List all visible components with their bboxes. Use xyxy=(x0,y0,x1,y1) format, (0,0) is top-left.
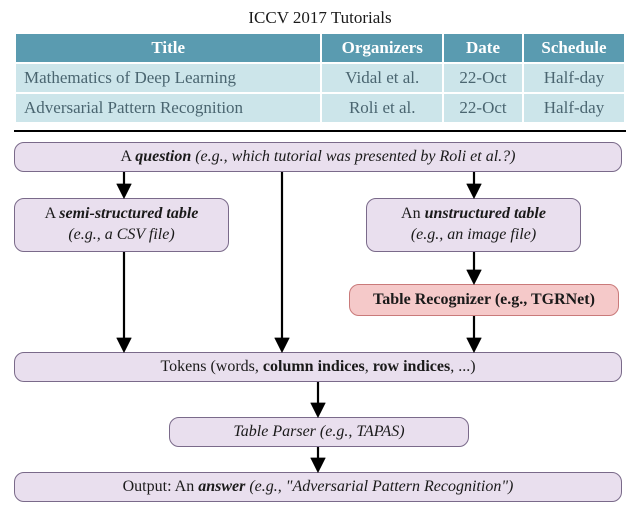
unstruct-text: An unstructured table (e.g., an image fi… xyxy=(401,204,546,246)
cell-title: Adversarial Pattern Recognition xyxy=(15,93,321,123)
cell-date: 22-Oct xyxy=(443,63,523,93)
cell-schedule: Half-day xyxy=(523,93,625,123)
table-recognizer-box: Table Recognizer (e.g., TGRNet) xyxy=(349,284,619,316)
th-date: Date xyxy=(443,33,523,63)
text-keyword: unstructured table xyxy=(425,205,546,222)
text-part: A xyxy=(121,148,136,165)
parser-text: Table Parser (e.g., TAPAS) xyxy=(233,422,404,443)
table-row: Adversarial Pattern Recognition Roli et … xyxy=(15,93,625,123)
table-caption: ICCV 2017 Tutorials xyxy=(14,8,626,28)
question-box: A question (e.g., which tutorial was pre… xyxy=(14,142,622,172)
text-example: (e.g., an image file) xyxy=(411,226,536,243)
flow-diagram: A question (e.g., which tutorial was pre… xyxy=(14,142,626,502)
cell-schedule: Half-day xyxy=(523,63,625,93)
flow-arrows xyxy=(14,142,626,502)
tokens-text: Tokens (words, column indices, row indic… xyxy=(160,357,475,378)
unstructured-box: An unstructured table (e.g., an image fi… xyxy=(366,198,581,252)
recognizer-text: Table Recognizer (e.g., TGRNet) xyxy=(373,290,595,311)
cell-organizers: Vidal et al. xyxy=(321,63,443,93)
output-text: Output: An answer (e.g., "Adversarial Pa… xyxy=(123,477,514,498)
semi-text: A semi-structured table (e.g., a CSV fil… xyxy=(45,204,199,246)
text-example: (e.g., which tutorial was presented by R… xyxy=(191,148,515,165)
table-header-row: Title Organizers Date Schedule xyxy=(15,33,625,63)
text-part: An xyxy=(401,205,425,222)
text-part: Output: An xyxy=(123,478,199,495)
th-organizers: Organizers xyxy=(321,33,443,63)
semi-structured-box: A semi-structured table (e.g., a CSV fil… xyxy=(14,198,229,252)
text-keyword: semi-structured table xyxy=(59,205,198,222)
text-bold: row indices xyxy=(373,358,450,375)
tutorials-table: Title Organizers Date Schedule Mathemati… xyxy=(14,32,626,124)
cell-organizers: Roli et al. xyxy=(321,93,443,123)
table-row: Mathematics of Deep Learning Vidal et al… xyxy=(15,63,625,93)
tokens-box: Tokens (words, column indices, row indic… xyxy=(14,352,622,382)
text-keyword: answer xyxy=(198,478,245,495)
text-keyword: question xyxy=(135,148,191,165)
text-example: (e.g., "Adversarial Pattern Recognition"… xyxy=(245,478,513,495)
text-part: , xyxy=(365,358,373,375)
th-title: Title xyxy=(15,33,321,63)
table-parser-box: Table Parser (e.g., TAPAS) xyxy=(169,417,469,447)
text-part: A xyxy=(45,205,60,222)
text-part: , ...) xyxy=(450,358,475,375)
question-text: A question (e.g., which tutorial was pre… xyxy=(121,147,516,168)
text-part: Tokens (words, xyxy=(160,358,262,375)
cell-title: Mathematics of Deep Learning xyxy=(15,63,321,93)
divider xyxy=(14,130,626,132)
th-schedule: Schedule xyxy=(523,33,625,63)
cell-date: 22-Oct xyxy=(443,93,523,123)
text-example: (e.g., a CSV file) xyxy=(68,226,174,243)
output-box: Output: An answer (e.g., "Adversarial Pa… xyxy=(14,472,622,502)
text-bold: column indices xyxy=(263,358,365,375)
